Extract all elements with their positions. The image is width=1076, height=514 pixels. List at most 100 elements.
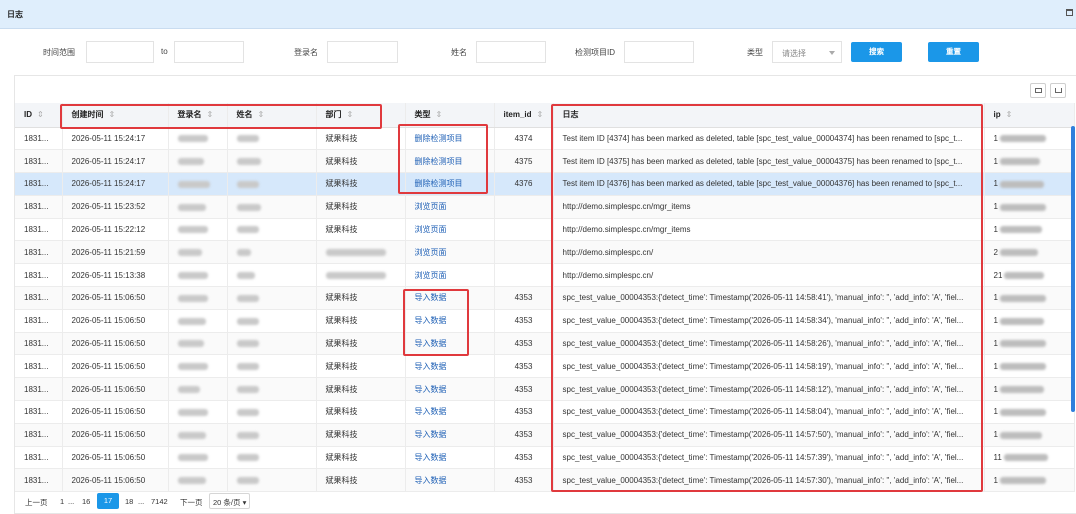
cell-type[interactable]: 导入数据 (405, 332, 495, 356)
col-header-name[interactable]: 姓名 ⇕ (227, 103, 317, 128)
ip-prefix: 1 (993, 156, 998, 166)
col-header-log[interactable]: 日志 (553, 103, 985, 128)
table-row[interactable]: 1831... 2026-05-11 15:06:50 斌果科技 导入数据 4353 sp… (15, 332, 1075, 356)
cell-item-id: 4353 (494, 377, 554, 402)
cell-type[interactable]: 导入数据 (405, 423, 495, 447)
cell-id: 1831... (15, 286, 63, 310)
cell-type[interactable]: 删除检测项目 (405, 127, 495, 151)
type-select[interactable]: 请选择 (772, 41, 842, 63)
cell-id: 1831... (15, 263, 63, 288)
login-name-input[interactable] (327, 41, 398, 63)
cell-login-name (168, 423, 228, 447)
table-row[interactable]: 1831... 2026-05-11 15:06:50 斌果科技 导入数据 4353 sp… (15, 468, 1075, 493)
page-last[interactable]: 7142 (151, 497, 168, 506)
cell-ip: 2 (984, 240, 1075, 265)
table-row[interactable]: 1831... 2026-05-11 15:06:50 斌果科技 导入数据 4353 sp… (15, 400, 1075, 424)
cell-login-name (168, 263, 228, 288)
maximize-icon[interactable] (1066, 9, 1073, 16)
table-row[interactable]: 1831... 2026-05-11 15:13:38 浏览页面 http://dem… (15, 263, 1075, 288)
ip-prefix: 1 (993, 339, 998, 349)
window-titlebar: 日志 (0, 0, 1076, 29)
cell-ip: 1 (984, 127, 1075, 151)
table-row[interactable]: 1831... 2026-05-11 15:06:50 斌果科技 导入数据 4353 sp… (15, 354, 1075, 379)
cell-type[interactable]: 删除检测项目 (405, 149, 495, 174)
cell-created-time: 2026-05-11 15:21:59 (62, 240, 169, 265)
cell-created-time: 2026-05-11 15:06:50 (62, 446, 169, 470)
table-row[interactable]: 1831... 2026-05-11 15:24:17 斌果科技 删除检测项目 4374… (15, 127, 1075, 151)
table-row[interactable]: 1831... 2026-05-11 15:06:50 斌果科技 导入数据 4353 sp… (15, 423, 1075, 447)
col-header-department[interactable]: 部门 ⇕ (316, 103, 406, 128)
redacted-text (177, 158, 204, 166)
cell-type[interactable]: 浏览页面 (405, 263, 495, 288)
cell-id: 1831... (15, 446, 63, 470)
redacted-text (236, 477, 259, 485)
page-current[interactable]: 17 (97, 493, 119, 509)
table-row[interactable]: 1831... 2026-05-11 15:24:17 斌果科技 删除检测项目 4376… (15, 172, 1075, 196)
table-row[interactable]: 1831... 2026-05-11 15:24:17 斌果科技 删除检测项目 4375… (15, 149, 1075, 174)
cell-department: 斌果科技 (316, 468, 406, 493)
cell-login-name (168, 446, 228, 470)
table-row[interactable]: 1831... 2026-05-11 15:06:50 斌果科技 导入数据 4353 sp… (15, 286, 1075, 310)
table-row[interactable]: 1831... 2026-05-11 15:06:50 斌果科技 导入数据 4353 sp… (15, 309, 1075, 333)
col-header-ip[interactable]: ip ⇕ (984, 103, 1075, 128)
pagination: 上一页 1 ... 16 17 18 ... 7142 下一页 20 条/页 ▾ (0, 490, 1076, 514)
cell-log: spc_test_value_00004353:{'detect_time': … (553, 354, 985, 379)
name-input[interactable] (476, 41, 546, 63)
page-18[interactable]: 18 (125, 497, 133, 506)
cell-type[interactable]: 导入数据 (405, 468, 495, 493)
cell-ip: 1 (984, 286, 1075, 310)
cell-item-id: 4353 (494, 400, 554, 424)
table-row[interactable]: 1831... 2026-05-11 15:23:52 斌果科技 浏览页面 http:/… (15, 195, 1075, 219)
page-size-select[interactable]: 20 条/页 ▾ (209, 493, 251, 509)
reset-button[interactable]: 重置 (928, 42, 979, 62)
col-header-type[interactable]: 类型 ⇕ (405, 103, 495, 128)
ip-prefix: 1 (993, 407, 998, 417)
page-16[interactable]: 16 (82, 497, 90, 506)
page-ellipsis-right[interactable]: ... (138, 497, 144, 506)
table-row[interactable]: 1831... 2026-05-11 15:22:12 斌果科技 浏览页面 http:/… (15, 218, 1075, 242)
cell-department: 斌果科技 (316, 309, 406, 333)
start-time-input[interactable] (86, 41, 154, 63)
cell-type[interactable]: 导入数据 (405, 446, 495, 470)
col-header-item-id[interactable]: item_id ⇕ (494, 103, 554, 128)
cell-type[interactable]: 浏览页面 (405, 240, 495, 265)
page-ellipsis-left[interactable]: ... (68, 497, 74, 506)
redacted-text (177, 431, 206, 439)
item-id-input[interactable] (624, 41, 694, 63)
columns-toggle-icon[interactable] (1030, 83, 1046, 98)
table-row[interactable]: 1831... 2026-05-11 15:21:59 浏览页面 http://dem… (15, 240, 1075, 265)
page-1[interactable]: 1 (60, 497, 64, 506)
cell-type[interactable]: 导入数据 (405, 286, 495, 310)
cell-type[interactable]: 浏览页面 (405, 195, 495, 219)
cell-ip: 1 (984, 423, 1075, 447)
cell-ip: 1 (984, 377, 1075, 402)
table-row[interactable]: 1831... 2026-05-11 15:06:50 斌果科技 导入数据 4353 sp… (15, 446, 1075, 470)
table-row[interactable]: 1831... 2026-05-11 15:06:50 斌果科技 导入数据 4353 sp… (15, 377, 1075, 402)
cell-type[interactable]: 浏览页面 (405, 218, 495, 242)
col-header-created-time[interactable]: 创建时间 ⇕ (62, 103, 169, 128)
ip-prefix: 11 (993, 453, 1002, 463)
cell-id: 1831... (15, 195, 63, 219)
cell-log: spc_test_value_00004353:{'detect_time': … (553, 400, 985, 424)
end-time-input[interactable] (174, 41, 244, 63)
search-button[interactable]: 搜索 (851, 42, 902, 62)
cell-type[interactable]: 导入数据 (405, 354, 495, 379)
prev-page-button[interactable]: 上一页 (25, 497, 48, 508)
cell-created-time: 2026-05-11 15:13:38 (62, 263, 169, 288)
cell-created-time: 2026-05-11 15:06:50 (62, 332, 169, 356)
cell-ip: 1 (984, 354, 1075, 379)
cell-department: 斌果科技 (316, 446, 406, 470)
export-icon[interactable] (1050, 83, 1066, 98)
cell-type[interactable]: 导入数据 (405, 400, 495, 424)
cell-type[interactable]: 导入数据 (405, 377, 495, 402)
redacted-text (999, 249, 1038, 257)
redacted-text (236, 386, 259, 394)
next-page-button[interactable]: 下一页 (180, 497, 203, 508)
cell-type[interactable]: 导入数据 (405, 309, 495, 333)
col-header-id[interactable]: ID ⇕ (15, 103, 63, 128)
cell-type[interactable]: 删除检测项目 (405, 172, 495, 196)
vertical-scrollbar[interactable] (1071, 126, 1075, 412)
cell-name (227, 309, 317, 333)
cell-log: spc_test_value_00004353:{'detect_time': … (553, 377, 985, 402)
col-header-login-name[interactable]: 登录名 ⇕ (168, 103, 228, 128)
